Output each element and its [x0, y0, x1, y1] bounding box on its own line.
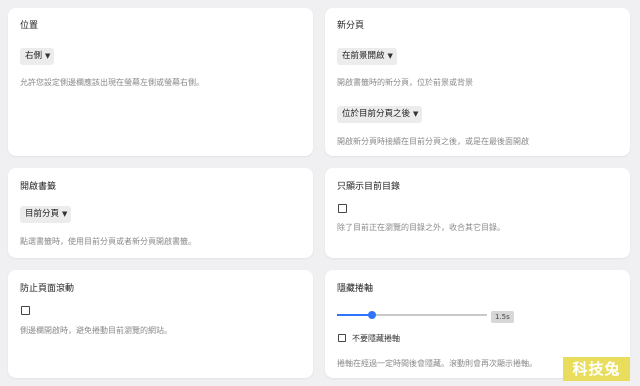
- chevron-down-icon: ▼: [387, 52, 393, 60]
- new-tab-position-select-value: 位於目前分頁之後: [342, 109, 411, 119]
- open-bookmark-title: 開啟書籤: [20, 182, 57, 192]
- open-bookmark-select[interactable]: 目前分頁 ▼: [20, 206, 72, 223]
- new-tab-card: 新分頁 在前景開啟 ▼ 開啟書籤時的新分頁，位於前景或背景 位於目前分頁之後 ▼ 開…: [325, 8, 630, 156]
- hide-scrollbar-value: 1.5s: [491, 311, 514, 323]
- new-tab-position-select[interactable]: 位於目前分頁之後 ▼: [337, 106, 423, 123]
- prevent-scroll-title: 防止頁面滾動: [20, 284, 75, 294]
- new-tab-select-value: 在前景開啟: [342, 51, 385, 61]
- new-tab-position-description: 開啟新分頁時接續在目前分頁之後，或是在最後面開啟: [337, 137, 529, 146]
- new-tab-title: 新分頁: [337, 21, 365, 31]
- open-bookmark-card: 開啟書籤 目前分頁 ▼ 點選書籤時，使用目前分頁或者新分頁開啟書籤。: [8, 168, 313, 258]
- prevent-scroll-description: 側邊欄開啟時，避免捲動目前瀏覽的網站。: [20, 326, 172, 335]
- show-current-dir-card: 只顯示目前目錄 除了目前正在瀏覽的目錄之外，收合其它目錄。: [325, 168, 630, 258]
- hide-scrollbar-description: 捲軸在經過一定時間後會隱藏。滾動則會再次顯示捲軸。: [337, 359, 537, 368]
- chevron-down-icon: ▼: [413, 110, 419, 118]
- show-current-dir-checkbox[interactable]: [338, 204, 347, 213]
- hide-scrollbar-checkbox-label[interactable]: 不要隱藏捲軸: [352, 333, 400, 344]
- open-bookmark-description: 點選書籤時，使用目前分頁或者新分頁開啟書籤。: [20, 237, 196, 246]
- position-card: 位置 右側 ▼ 允許您設定側邊欄應該出現在螢幕左側或螢幕右側。: [8, 8, 313, 156]
- position-select-value: 右側: [25, 51, 43, 61]
- new-tab-description: 開啟書籤時的新分頁，位於前景或背景: [337, 78, 473, 87]
- watermark-logo: 科技兔: [563, 357, 630, 381]
- chevron-down-icon: ▼: [45, 52, 51, 60]
- hide-scrollbar-slider-fill: [337, 314, 372, 316]
- prevent-scroll-card: 防止頁面滾動 側邊欄開啟時，避免捲動目前瀏覽的網站。: [8, 270, 313, 378]
- hide-scrollbar-slider-track[interactable]: [337, 314, 487, 316]
- open-bookmark-select-value: 目前分頁: [25, 209, 60, 219]
- hide-scrollbar-slider-thumb[interactable]: [367, 311, 376, 319]
- prevent-scroll-checkbox[interactable]: [21, 306, 30, 315]
- show-current-dir-title: 只顯示目前目錄: [337, 182, 401, 192]
- position-select[interactable]: 右側 ▼: [20, 48, 55, 65]
- position-description: 允許您設定側邊欄應該出現在螢幕左側或螢幕右側。: [20, 78, 204, 87]
- hide-scrollbar-title: 隱藏捲軸: [337, 284, 374, 294]
- position-title: 位置: [20, 21, 39, 31]
- show-current-dir-description: 除了目前正在瀏覽的目錄之外，收合其它目錄。: [337, 223, 505, 232]
- hide-scrollbar-checkbox[interactable]: [338, 334, 346, 342]
- chevron-down-icon: ▼: [62, 210, 68, 218]
- new-tab-select[interactable]: 在前景開啟 ▼: [337, 48, 397, 65]
